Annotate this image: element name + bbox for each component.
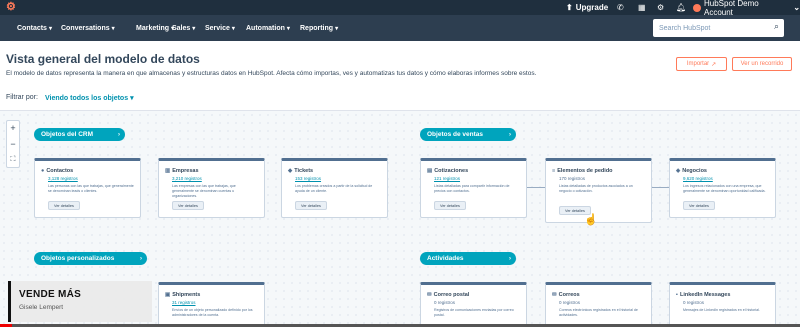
card-linkedin-messages[interactable]: ▪ LinkedIn Messages 0 registros Mensajes … (669, 282, 776, 327)
card-description: Mensajes de LinkedIn registrados en el h… (683, 308, 760, 312)
group-personalizados-pill[interactable]: Objetos personalizados › (34, 252, 147, 265)
chevron-down-icon: ▾ (130, 95, 134, 102)
records-link[interactable]: 31 registros (172, 300, 196, 305)
chevron-down-icon: ▾ (192, 25, 196, 32)
group-ventas-pill[interactable]: Objetos de ventas › (420, 128, 516, 141)
phone-icon[interactable]: ✆ (617, 1, 624, 14)
records-link[interactable]: 3,210 registros (172, 176, 202, 181)
chevron-down-icon: ⌄ (793, 3, 800, 12)
hubspot-logo-icon[interactable]: ⚙ (6, 2, 20, 13)
search-placeholder: Search HubSpot (659, 24, 711, 32)
card-correos[interactable]: ✉ Correos 0 registros Correos electrónico… (545, 282, 652, 327)
card-shipments[interactable]: ▣ Shipments 31 registros Envíos de un obj… (158, 282, 265, 327)
card-description: Correos electrónicos registrados en el h… (559, 308, 638, 317)
line-item-icon: ≡ (552, 168, 556, 174)
connector-line (527, 187, 545, 188)
overlay-title: VENDE MÁS (19, 289, 82, 300)
chevron-right-icon: › (118, 131, 120, 138)
chevron-down-icon: ▾ (231, 25, 235, 32)
details-button[interactable]: Ver detalles (434, 201, 466, 210)
nav-conversations[interactable]: Conversations ▾ (61, 15, 115, 41)
card-cotizaciones[interactable]: ▤ Cotizaciones 121 registros Listas detal… (420, 158, 527, 218)
quote-icon: ▤ (427, 168, 433, 174)
card-tickets[interactable]: ◆ Tickets 153 registros Los problemas cre… (281, 158, 388, 218)
card-description: Las empresas con las que trabajas, que g… (172, 184, 236, 198)
card-elementos-de-pedido[interactable]: ≡ Elementos de pedido 170 registros Lista… (545, 158, 652, 223)
group-crm-pill[interactable]: Objetos del CRM › (34, 128, 125, 141)
records-count: 170 registros (559, 176, 586, 181)
card-empresas[interactable]: ▥ Empresas 3,210 registros Las empresas c… (158, 158, 265, 218)
chevron-down-icon: ▾ (286, 25, 290, 32)
hand-cursor-icon: ☝ (584, 214, 598, 226)
account-menu[interactable]: HubSpot Demo Account ⌄ (693, 0, 800, 17)
records-link[interactable]: 121 registros (434, 176, 460, 181)
person-icon: ● (41, 168, 45, 174)
mail-icon: ✉ (427, 292, 432, 298)
zoom-controls: + − ⛶ (6, 120, 20, 168)
nav-service[interactable]: Service ▾ (205, 15, 235, 41)
details-button[interactable]: Ver detalles (683, 201, 715, 210)
chevron-down-icon: ▾ (335, 25, 339, 32)
fit-view-button[interactable]: ⛶ (7, 153, 19, 167)
records-link[interactable]: 153 registros (295, 176, 321, 181)
connector-line (652, 187, 669, 188)
upgrade-button[interactable]: ⬆ Upgrade (566, 1, 608, 14)
nav-sales[interactable]: Sales ▾ (172, 15, 195, 41)
chevron-down-icon: ▾ (111, 25, 115, 32)
nav-contacts[interactable]: Contacts ▾ (17, 15, 52, 41)
upgrade-icon: ⬆ (566, 3, 573, 12)
zoom-out-button[interactable]: − (7, 137, 19, 151)
page-description: El modelo de datos representa la manera … (6, 70, 537, 77)
filter-label: Filtrar por: (6, 94, 38, 101)
chevron-right-icon: › (509, 255, 511, 262)
zoom-in-button[interactable]: + (7, 121, 19, 135)
card-correo-postal[interactable]: ✉ Correo postal 0 registros Registros de … (420, 282, 527, 327)
records-link[interactable]: 9,620 registros (683, 176, 713, 181)
records-count: 0 registros (559, 300, 581, 305)
deal-icon: ◈ (676, 168, 681, 174)
records-count: 0 registros (683, 300, 705, 305)
nav-automation[interactable]: Automation ▾ (246, 15, 290, 41)
ticket-icon: ◆ (288, 168, 293, 174)
group-actividades-pill[interactable]: Actividades › (420, 252, 516, 265)
linkedin-icon: ▪ (676, 292, 678, 298)
card-description: Los ingresos relacionados con una empres… (683, 184, 766, 193)
nav-marketing[interactable]: Marketing ▾ (136, 15, 174, 41)
page-title: Vista general del modelo de datos (6, 52, 200, 66)
tour-button[interactable]: Ver un recorrido (732, 57, 792, 71)
upgrade-label: Upgrade (575, 3, 609, 12)
nav-reporting[interactable]: Reporting ▾ (300, 15, 338, 41)
email-icon: ✉ (552, 292, 557, 298)
chevron-right-icon: › (509, 131, 511, 138)
notifications-icon[interactable]: 🔔︎ (676, 1, 686, 14)
details-button[interactable]: Ver detalles (295, 201, 327, 210)
video-lower-third: VENDE MÁS Gisele Lempert (8, 281, 152, 322)
settings-icon[interactable]: ⚙ (657, 1, 664, 14)
card-description: Los problemas creados a partir de la sol… (295, 184, 373, 193)
import-button[interactable]: Importar ↗ (676, 57, 727, 71)
search-icon[interactable]: ⌕ (774, 21, 779, 32)
card-contactos[interactable]: ● Contactos 3,128 registros Las personas … (34, 158, 141, 218)
card-description: Listas detalladas de productos asociados… (559, 184, 633, 193)
filter-dropdown[interactable]: Viendo todos los objetos ▾ (45, 94, 134, 102)
details-button[interactable]: Ver detalles (48, 201, 80, 210)
card-description: Las personas con las que trabajas, que g… (48, 184, 134, 193)
building-icon: ▥ (165, 168, 171, 174)
overlay-subtitle: Gisele Lempert (19, 304, 64, 311)
records-count: 0 registros (434, 300, 456, 305)
cube-icon: ▣ (165, 292, 171, 298)
chevron-right-icon: › (140, 255, 142, 262)
card-description: Listas detalladas para compartir informa… (434, 184, 510, 193)
card-description: Envíos de un objeto personalizado defini… (172, 308, 253, 317)
records-link[interactable]: 3,128 registros (48, 176, 78, 181)
avatar (693, 3, 701, 12)
chevron-down-icon: ▾ (48, 25, 52, 32)
search-input[interactable]: Search HubSpot ⌕ (653, 19, 784, 37)
card-description: Registros de comunicaciones enviadas por… (434, 308, 514, 317)
card-negocios[interactable]: ◈ Negocios 9,620 registros Los ingresos r… (669, 158, 776, 218)
marketplace-icon[interactable]: ▦ (638, 1, 646, 14)
details-button[interactable]: Ver detalles (172, 201, 204, 210)
external-link-icon: ↗ (711, 61, 717, 68)
